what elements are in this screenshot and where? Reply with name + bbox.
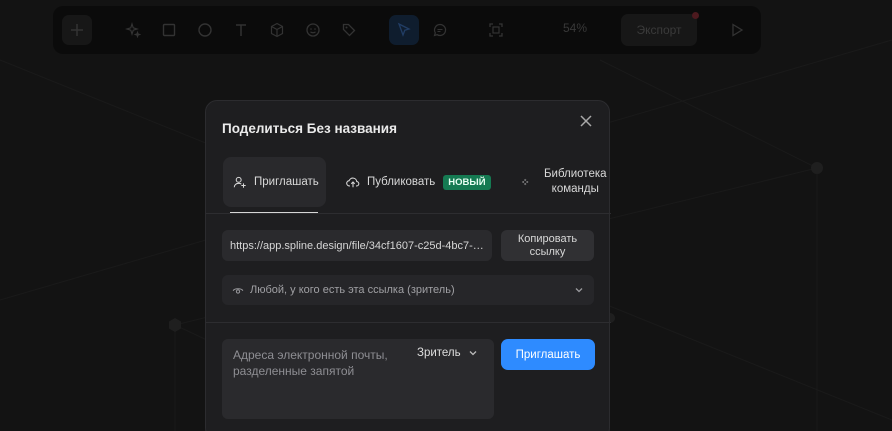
tab-library-label: Библиотека команды [543,168,607,195]
new-badge: НОВЫЙ [443,174,491,190]
share-link-field[interactable]: https://app.spline.design/file/34cf1607-… [222,230,492,261]
email-input[interactable]: Адреса электронной почты, разделенные за… [222,339,494,419]
cloud-upload-icon [346,177,360,188]
tab-publish-label: Публиковать [367,176,436,188]
close-icon [580,115,592,127]
copy-link-button[interactable]: Копировать ссылку [501,230,594,261]
eye-icon [232,288,244,294]
section-divider [206,322,611,323]
tab-invite[interactable]: Приглашать [223,157,326,207]
dialog-title: Поделиться Без названия [222,121,397,136]
link-access-select[interactable]: Любой, у кого есть эта ссылка (зритель) [222,275,594,305]
tab-invite-label: Приглашать [254,176,319,188]
link-access-label: Любой, у кого есть эта ссылка (зритель) [250,284,455,296]
role-select-label: Зритель [417,347,461,359]
email-placeholder: Адреса электронной почты, разделенные за… [233,348,388,378]
tab-team-library[interactable]: Библиотека команды [522,157,612,207]
tab-publish[interactable]: Публиковать НОВЫЙ [346,157,506,207]
role-select[interactable]: Зритель [417,347,478,359]
invite-button[interactable]: Приглашать [501,339,595,370]
chevron-down-icon [575,288,583,293]
close-button[interactable] [578,113,594,129]
add-user-icon [233,176,246,188]
components-icon [522,178,529,186]
chevron-down-icon [469,351,477,356]
share-tabs: Приглашать Публиковать НОВЫЙ Библиотека … [206,157,611,214]
share-dialog: Поделиться Без названия Приглашать Публи… [205,100,611,431]
tabs-divider [206,213,611,214]
